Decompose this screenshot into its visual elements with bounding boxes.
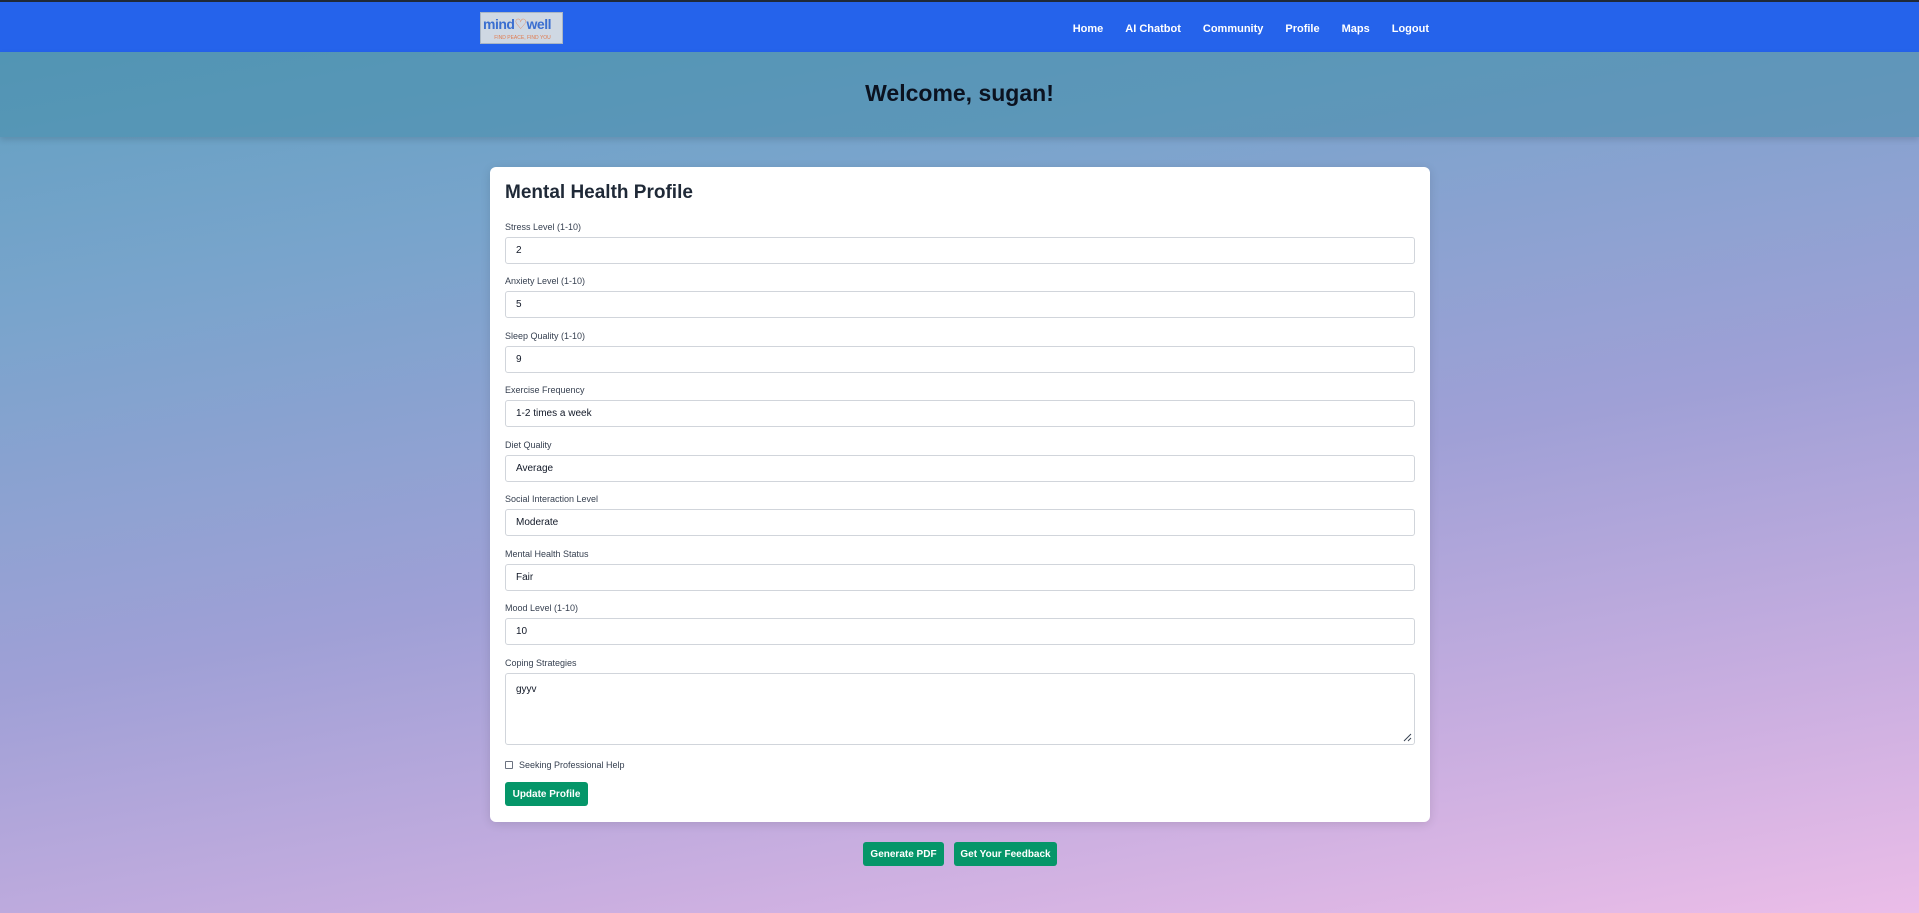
- mental-health-status-label: Mental Health Status: [505, 549, 589, 559]
- seeking-help-checkbox[interactable]: [505, 761, 513, 769]
- logo-tagline: FIND PEACE, FIND YOU: [494, 35, 551, 41]
- top-navbar: mind♡well FIND PEACE, FIND YOU Home AI C…: [0, 0, 1919, 52]
- social-interaction-label: Social Interaction Level: [505, 494, 599, 504]
- stress-level-label: Stress Level (1-10): [505, 222, 582, 232]
- mood-level-value: 10: [516, 626, 528, 637]
- exercise-frequency-value: 1-2 times a week: [516, 408, 592, 419]
- welcome-heading: Welcome, sugan!: [865, 80, 1054, 106]
- nav-profile[interactable]: Profile: [1285, 23, 1319, 35]
- stress-level-value: 2: [516, 245, 522, 256]
- coping-strategies-value: gyyv: [516, 684, 537, 695]
- resize-handle-icon[interactable]: [1402, 732, 1412, 742]
- nav-maps[interactable]: Maps: [1342, 23, 1370, 35]
- mood-level-input[interactable]: 10: [505, 618, 1415, 645]
- logo-wordmark: mind♡well: [483, 16, 551, 32]
- coping-strategies-textarea[interactable]: gyyv: [505, 673, 1415, 745]
- mental-health-status-value: Fair: [516, 572, 534, 583]
- sleep-quality-input[interactable]: 9: [505, 346, 1415, 373]
- diet-quality-value: Average: [516, 463, 554, 474]
- sleep-quality-value: 9: [516, 354, 522, 365]
- exercise-frequency-label: Exercise Frequency: [505, 385, 585, 395]
- anxiety-level-label: Anxiety Level (1-10): [505, 276, 586, 286]
- coping-strategies-label: Coping Strategies: [505, 658, 577, 668]
- sleep-quality-label: Sleep Quality (1-10): [505, 331, 586, 341]
- mindwell-logo[interactable]: mind♡well FIND PEACE, FIND YOU: [480, 12, 563, 44]
- mood-level-label: Mood Level (1-10): [505, 603, 579, 613]
- main-nav: Home AI Chatbot Community Profile Maps L…: [1073, 19, 1429, 39]
- diet-quality-select[interactable]: Average: [505, 455, 1415, 482]
- anxiety-level-value: 5: [516, 299, 522, 310]
- generate-pdf-button[interactable]: Generate PDF: [863, 842, 944, 866]
- mental-health-status-select[interactable]: Fair: [505, 564, 1415, 591]
- exercise-frequency-select[interactable]: 1-2 times a week: [505, 400, 1415, 427]
- profile-form-title: Mental Health Profile: [505, 182, 693, 203]
- nav-home[interactable]: Home: [1073, 23, 1104, 35]
- profile-card: Mental Health Profile Stress Level (1-10…: [490, 167, 1430, 822]
- social-interaction-value: Moderate: [516, 517, 559, 528]
- seeking-help-row: Seeking Professional Help: [505, 760, 625, 770]
- social-interaction-select[interactable]: Moderate: [505, 509, 1415, 536]
- welcome-banner: Welcome, sugan!: [0, 52, 1919, 137]
- nav-logout[interactable]: Logout: [1392, 23, 1429, 35]
- stress-level-input[interactable]: 2: [505, 237, 1415, 264]
- nav-community[interactable]: Community: [1203, 23, 1264, 35]
- anxiety-level-input[interactable]: 5: [505, 291, 1415, 318]
- get-feedback-button[interactable]: Get Your Feedback: [954, 842, 1057, 866]
- seeking-help-label: Seeking Professional Help: [519, 760, 625, 770]
- diet-quality-label: Diet Quality: [505, 440, 552, 450]
- update-profile-button[interactable]: Update Profile: [505, 782, 588, 806]
- nav-ai-chatbot[interactable]: AI Chatbot: [1125, 23, 1181, 35]
